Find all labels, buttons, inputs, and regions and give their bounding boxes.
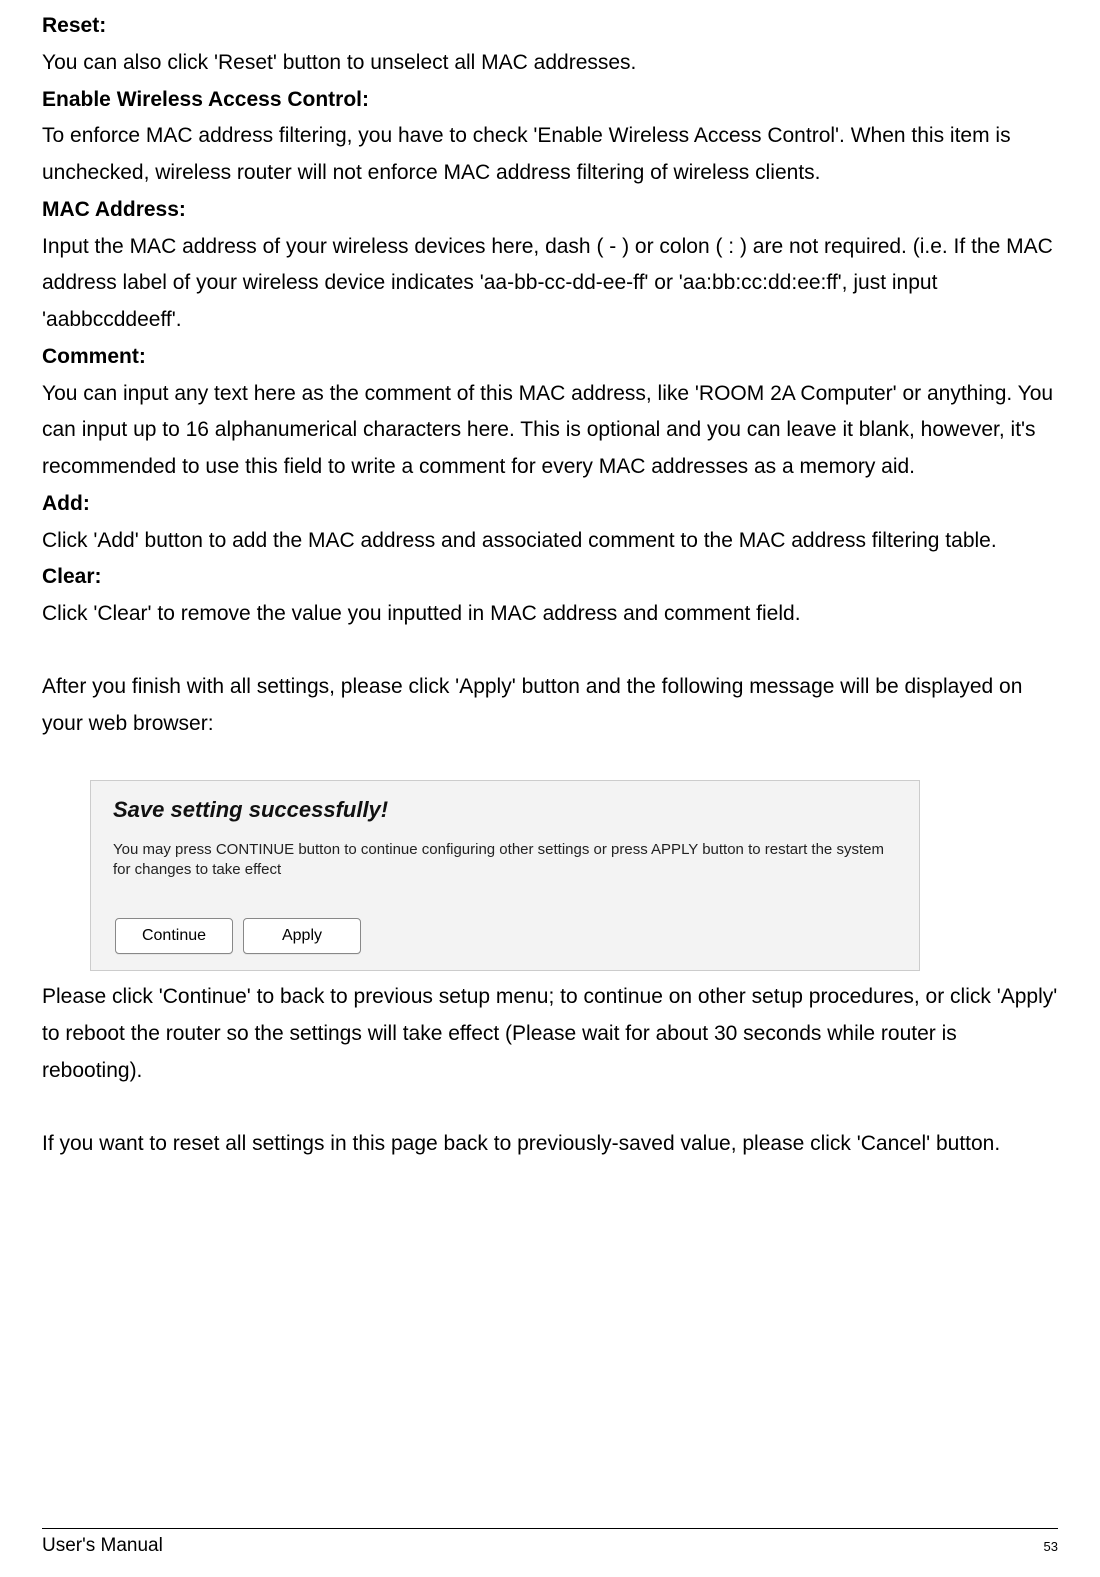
text-apply-intro: After you finish with all settings, plea…	[42, 669, 1058, 743]
continue-button[interactable]: Continue	[115, 918, 233, 954]
heading-add: Add:	[42, 486, 1058, 523]
page-footer: User's Manual 53	[0, 1528, 1100, 1577]
dialog-text: You may press CONTINUE button to continu…	[113, 840, 897, 881]
text-post-dialog-1: Please click 'Continue' to back to previ…	[42, 979, 1058, 1089]
heading-clear: Clear:	[42, 559, 1058, 596]
heading-mac: MAC Address:	[42, 192, 1058, 229]
page-number: 53	[1044, 1539, 1058, 1554]
heading-reset: Reset:	[42, 8, 1058, 45]
text-add: Click 'Add' button to add the MAC addres…	[42, 523, 1058, 560]
heading-comment: Comment:	[42, 339, 1058, 376]
text-clear: Click 'Clear' to remove the value you in…	[42, 596, 1058, 633]
dialog-title: Save setting successfully!	[113, 791, 897, 830]
text-enable: To enforce MAC address filtering, you ha…	[42, 118, 1058, 192]
text-post-dialog-2: If you want to reset all settings in thi…	[42, 1126, 1058, 1163]
document-body: Reset: You can also click 'Reset' button…	[42, 0, 1058, 1162]
save-success-dialog: Save setting successfully! You may press…	[90, 780, 920, 971]
text-mac: Input the MAC address of your wireless d…	[42, 229, 1058, 339]
apply-button[interactable]: Apply	[243, 918, 361, 954]
text-reset: You can also click 'Reset' button to uns…	[42, 45, 1058, 82]
heading-enable: Enable Wireless Access Control:	[42, 82, 1058, 119]
footer-title: User's Manual	[42, 1535, 163, 1557]
dialog-button-row: Continue Apply	[115, 918, 897, 954]
text-comment: You can input any text here as the comme…	[42, 376, 1058, 486]
